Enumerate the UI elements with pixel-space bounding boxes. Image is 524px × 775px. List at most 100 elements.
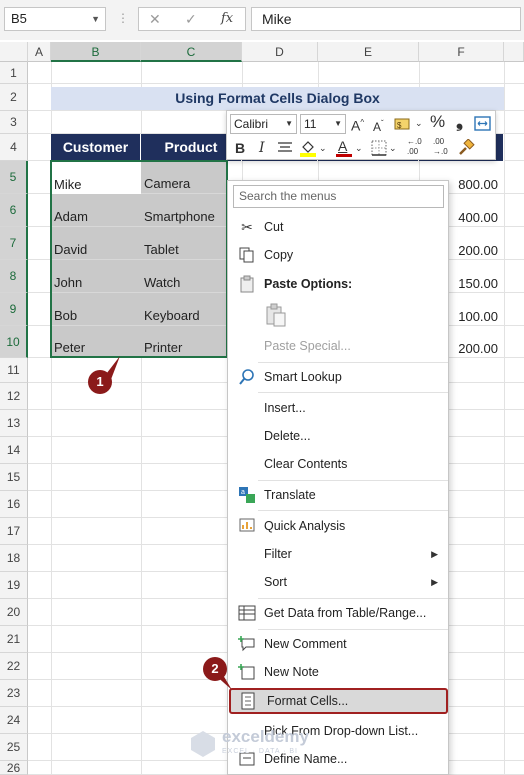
chevron-right-icon: ▶: [431, 577, 438, 587]
select-all-corner[interactable]: [0, 42, 28, 62]
row-header[interactable]: 23: [0, 680, 28, 707]
menu-item-translate[interactable]: a Translate: [228, 482, 448, 508]
italic-icon[interactable]: I: [259, 139, 265, 157]
cell-customer[interactable]: Adam: [51, 194, 141, 227]
menu-item-clear-contents[interactable]: Clear Contents: [228, 451, 448, 477]
row-header[interactable]: 19: [0, 572, 28, 599]
menu-item-sort[interactable]: Sort ▶: [228, 569, 448, 595]
merge-center-icon[interactable]: [474, 115, 492, 133]
formula-input[interactable]: Mike: [251, 7, 521, 31]
bold-icon[interactable]: B: [235, 139, 245, 157]
row-header[interactable]: 12: [0, 383, 28, 410]
chevron-down-icon[interactable]: ⌄: [415, 114, 423, 132]
row-header[interactable]: 14: [0, 437, 28, 464]
menu-item-smart-lookup[interactable]: Smart Lookup: [228, 364, 448, 390]
borders-icon[interactable]: [371, 140, 387, 156]
row-header[interactable]: 15: [0, 464, 28, 491]
sheet-title[interactable]: Using Format Cells Dialog Box: [51, 87, 504, 110]
chevron-down-icon[interactable]: ⌄: [319, 139, 327, 157]
row-header[interactable]: 5: [0, 161, 28, 194]
increase-decimal-icon[interactable]: ←.0 .00: [407, 137, 429, 159]
row-header[interactable]: 4: [0, 134, 28, 161]
row-header[interactable]: 17: [0, 518, 28, 545]
row-header[interactable]: 18: [0, 545, 28, 572]
row-header[interactable]: 9: [0, 293, 28, 326]
cell-customer[interactable]: Mike: [51, 161, 141, 194]
font-name-select[interactable]: Calibri ▼: [230, 114, 297, 134]
column-header-e[interactable]: E: [318, 42, 419, 62]
header-customer[interactable]: Customer: [51, 134, 141, 161]
menu-search-input[interactable]: Search the menus: [233, 185, 444, 208]
translate-icon: a: [239, 487, 255, 503]
decrease-decimal-line2: →.0: [433, 147, 448, 156]
chevron-down-icon[interactable]: ▼: [91, 8, 100, 30]
cell-customer[interactable]: John: [51, 260, 141, 293]
decrease-decimal-icon[interactable]: .00 →.0: [433, 137, 455, 159]
cell-product[interactable]: Camera: [141, 161, 228, 194]
column-header-d[interactable]: D: [242, 42, 318, 62]
percent-style-icon[interactable]: %: [430, 113, 445, 131]
fill-color-icon[interactable]: [299, 139, 317, 157]
insert-function-icon[interactable]: fx: [221, 9, 233, 29]
row-header[interactable]: 25: [0, 734, 28, 761]
row-header[interactable]: 2: [0, 84, 28, 111]
align-center-icon[interactable]: [277, 141, 293, 155]
menu-item-filter[interactable]: Filter ▶: [228, 541, 448, 567]
font-size-select[interactable]: 11 ▼: [300, 114, 346, 134]
row-header[interactable]: 20: [0, 599, 28, 626]
row-header[interactable]: 8: [0, 260, 28, 293]
menu-item-format-cells[interactable]: Format Cells...: [229, 688, 448, 714]
new-comment-icon: [238, 636, 255, 652]
cell-product[interactable]: Smartphone: [141, 194, 228, 227]
cell-customer[interactable]: Bob: [51, 293, 141, 326]
row-header[interactable]: 1: [0, 62, 28, 84]
menu-item-new-comment[interactable]: New Comment: [228, 631, 448, 657]
row-header[interactable]: 21: [0, 626, 28, 653]
menu-item-quick-analysis[interactable]: Quick Analysis: [228, 513, 448, 539]
row-header[interactable]: 6: [0, 194, 28, 227]
menu-item-label: Sort: [264, 575, 287, 589]
menu-item-delete[interactable]: Delete...: [228, 423, 448, 449]
column-header-a[interactable]: A: [28, 42, 51, 62]
grow-font-icon[interactable]: A^: [351, 114, 364, 135]
chevron-down-icon[interactable]: ⌄: [389, 139, 397, 157]
font-size-value: 11: [304, 117, 317, 131]
cell-product[interactable]: Tablet: [141, 227, 228, 260]
search-icon: [239, 369, 254, 385]
column-header-f[interactable]: F: [419, 42, 504, 62]
format-painter-icon[interactable]: [457, 139, 475, 157]
row-header[interactable]: 10: [0, 326, 28, 358]
row-header[interactable]: 26: [0, 761, 28, 775]
increase-decimal-line2: .00: [407, 147, 419, 156]
cancel-icon[interactable]: ✕: [149, 9, 161, 29]
menu-item-insert[interactable]: Insert...: [228, 395, 448, 421]
cell-customer[interactable]: David: [51, 227, 141, 260]
menu-item-paste-special[interactable]: Paste Special...: [228, 333, 448, 359]
column-header-c[interactable]: C: [141, 42, 242, 62]
paste-icon[interactable]: [265, 303, 287, 327]
menu-item-cut[interactable]: ✂ Cut: [228, 214, 448, 240]
cell-product[interactable]: Watch: [141, 260, 228, 293]
menu-item-new-note[interactable]: New Note: [228, 659, 448, 685]
comma-style-icon[interactable]: ❟: [456, 112, 463, 130]
name-box[interactable]: B5 ▼: [4, 7, 106, 31]
font-color-icon[interactable]: A: [335, 138, 353, 158]
row-header[interactable]: 11: [0, 358, 28, 383]
row-header[interactable]: 3: [0, 111, 28, 134]
cell-product[interactable]: Keyboard: [141, 293, 228, 326]
cell-product[interactable]: Printer: [141, 326, 228, 358]
enter-icon[interactable]: ✓: [185, 9, 197, 29]
column-header-b[interactable]: B: [51, 42, 141, 62]
chevron-down-icon[interactable]: ⌄: [355, 139, 363, 157]
formula-bar: B5 ▼ ⋮ ✕ ✓ fx Mike: [0, 0, 524, 40]
menu-separator: [258, 362, 448, 363]
menu-item-copy[interactable]: Copy: [228, 242, 448, 268]
row-header[interactable]: 7: [0, 227, 28, 260]
row-header[interactable]: 13: [0, 410, 28, 437]
row-header[interactable]: 24: [0, 707, 28, 734]
shrink-font-icon[interactable]: Aˇ: [373, 115, 384, 136]
row-header[interactable]: 22: [0, 653, 28, 680]
menu-item-get-data[interactable]: Get Data from Table/Range...: [228, 600, 448, 626]
menu-item-label: Paste Options:: [264, 277, 353, 291]
row-header[interactable]: 16: [0, 491, 28, 518]
